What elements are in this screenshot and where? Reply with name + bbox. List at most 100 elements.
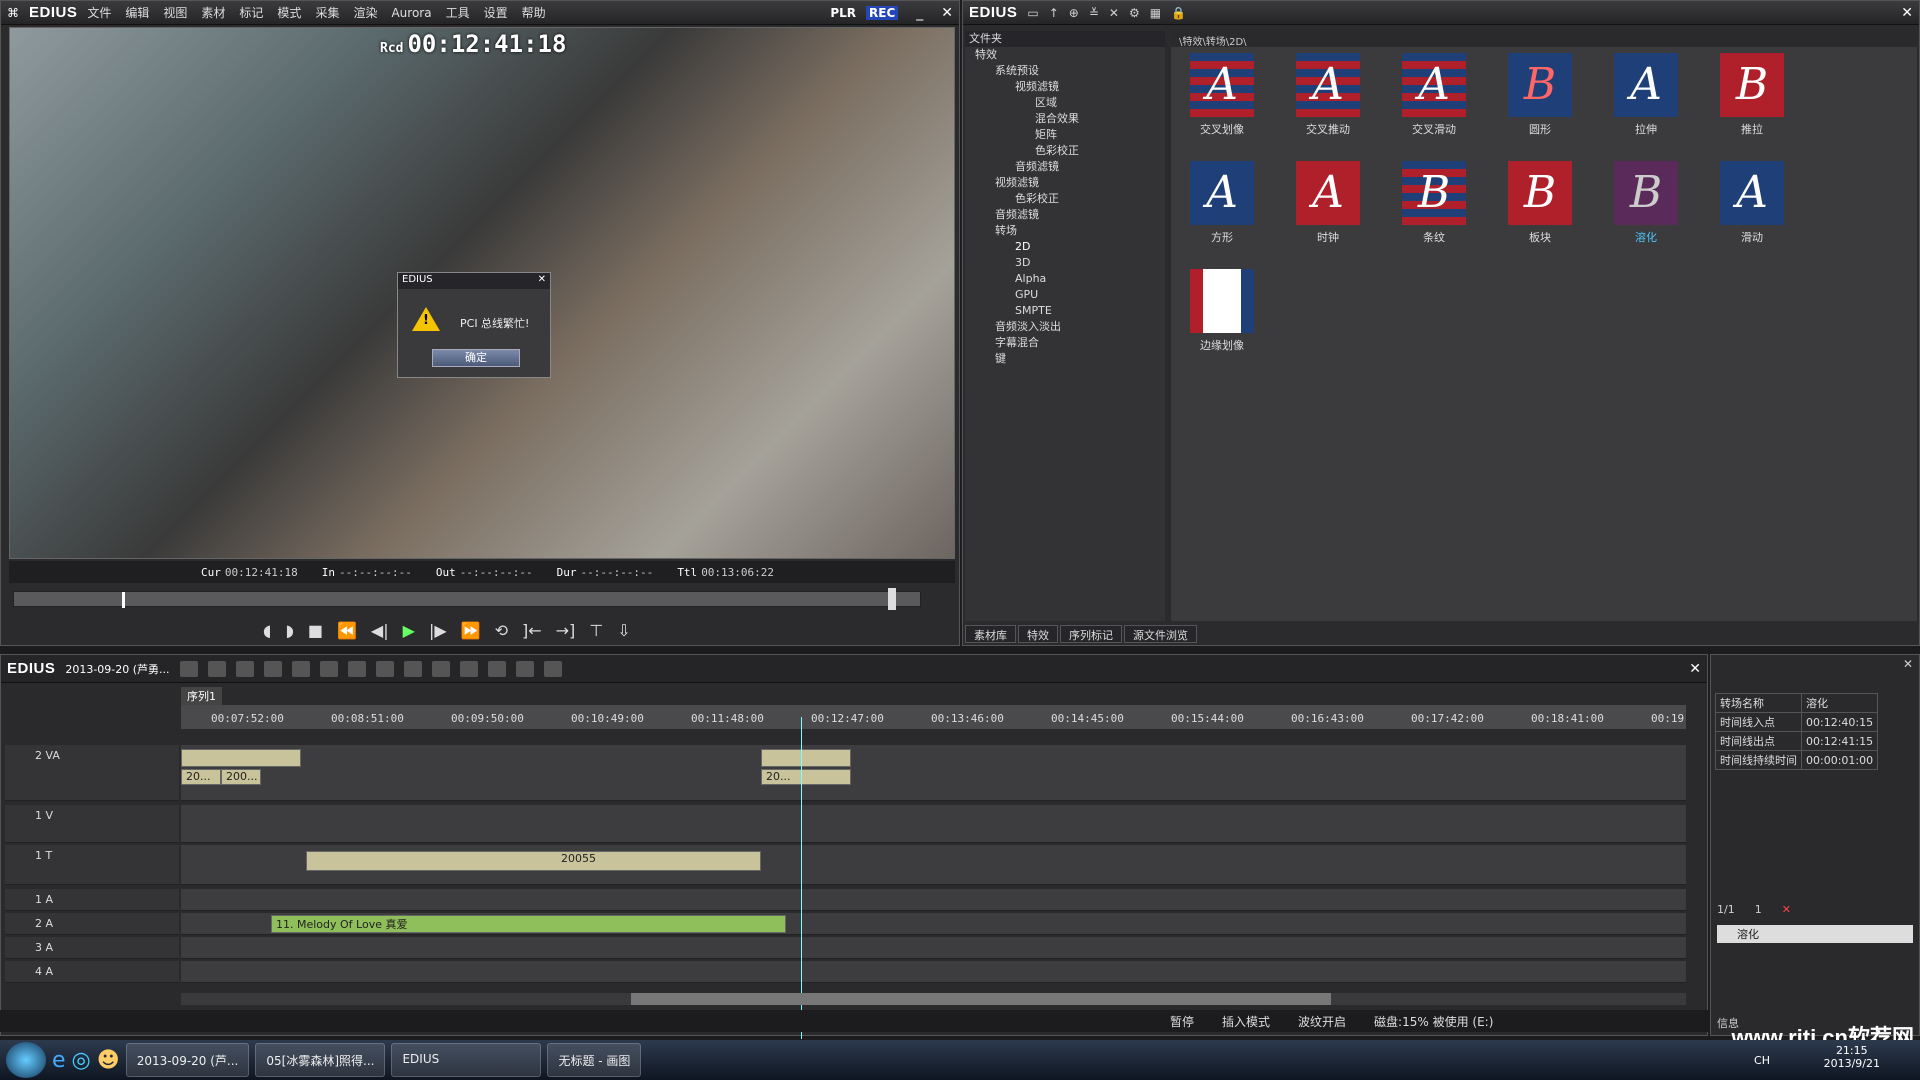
tree-item[interactable]: 键 <box>965 351 1165 367</box>
tree-item[interactable]: 色彩校正 <box>965 143 1165 159</box>
tree-item[interactable]: 视频滤镜 <box>965 175 1165 191</box>
tree-item[interactable]: 混合效果 <box>965 111 1165 127</box>
view-icon[interactable]: ▦ <box>1150 6 1161 20</box>
taskbar-item[interactable]: 无标题 - 画图 <box>547 1043 642 1077</box>
video-clip[interactable]: 200... <box>221 769 261 785</box>
add-icon[interactable]: ⊕ <box>1069 6 1079 20</box>
sequence-tab[interactable]: 序列1 <box>181 687 222 705</box>
tree-item[interactable]: 字幕混合 <box>965 335 1165 351</box>
info-item[interactable]: 溶化 <box>1717 925 1913 943</box>
step-back-icon[interactable]: ◀| <box>371 621 389 640</box>
sort-icon[interactable]: ≚ <box>1089 6 1099 20</box>
menu-clip[interactable]: 素材 <box>201 6 225 20</box>
tree-item[interactable]: GPU <box>965 287 1165 303</box>
seek-bar[interactable] <box>13 588 921 610</box>
info-delete-icon[interactable]: ✕ <box>1782 903 1791 916</box>
track-header-1t[interactable]: 1 T <box>5 845 179 885</box>
menu-mode[interactable]: 模式 <box>277 6 301 20</box>
tree-item[interactable]: 系统预设 <box>965 63 1165 79</box>
track-1a[interactable] <box>181 889 1686 911</box>
timeline-scrollbar[interactable] <box>181 993 1686 1005</box>
export-icon[interactable]: ⇩ <box>617 621 630 640</box>
tab-effects[interactable]: 特效 <box>1018 625 1058 643</box>
plr-toggle[interactable]: PLR <box>830 6 856 20</box>
redo-icon[interactable] <box>403 660 422 677</box>
cut-icon[interactable] <box>263 660 282 677</box>
lock-icon[interactable]: 🔒 <box>1171 6 1186 20</box>
close-icon[interactable]: ✕ <box>941 5 953 21</box>
play-icon[interactable]: ▶ <box>403 621 415 640</box>
rec-toggle[interactable]: REC <box>866 5 899 20</box>
tree-item[interactable]: 色彩校正 <box>965 191 1165 207</box>
open-icon[interactable] <box>207 660 226 677</box>
menu-render[interactable]: 渲染 <box>353 6 377 20</box>
tab-source-browser[interactable]: 源文件浏览 <box>1124 625 1197 643</box>
track-3a[interactable] <box>181 937 1686 959</box>
track-header-2a[interactable]: 2 A <box>5 913 179 935</box>
bin-close-icon[interactable]: ✕ <box>1901 5 1913 21</box>
info-close-icon[interactable]: ✕ <box>1711 655 1919 673</box>
transition-tile[interactable]: A 拉伸 <box>1609 53 1683 137</box>
loop-icon[interactable]: ⟲ <box>495 621 508 640</box>
transition-tile[interactable]: B 板块 <box>1503 161 1577 245</box>
minimize-icon[interactable]: _ <box>916 5 923 21</box>
transition-tile[interactable]: A 时钟 <box>1291 161 1365 245</box>
dialog-ok-button[interactable]: 确定 <box>432 349 520 367</box>
track-header-1v[interactable]: 1 V <box>5 805 179 843</box>
tree-item[interactable]: 音频滤镜 <box>965 207 1165 223</box>
up-icon[interactable]: ↑ <box>1049 6 1059 20</box>
dialog-close-icon[interactable]: ✕ <box>538 274 546 288</box>
menu-capture[interactable]: 采集 <box>315 6 339 20</box>
language-indicator[interactable]: CH <box>1754 1054 1770 1067</box>
audio-clip[interactable]: 11. Melody Of Love 真爱 <box>271 915 786 933</box>
step-forward-icon[interactable]: |▶ <box>429 621 447 640</box>
menu-settings[interactable]: 设置 <box>484 6 508 20</box>
status-ripple[interactable]: 波纹开启 <box>1298 1013 1346 1030</box>
video-clip[interactable] <box>761 749 851 767</box>
menu-aurora[interactable]: Aurora <box>391 6 431 20</box>
transition-tile[interactable]: B 条纹 <box>1397 161 1471 245</box>
media-icon[interactable]: ☻ <box>97 1048 120 1073</box>
tree-item[interactable]: 转场 <box>965 223 1165 239</box>
folder-icon[interactable]: ▭ <box>1027 6 1038 20</box>
track-4a[interactable] <box>181 961 1686 983</box>
menu-help[interactable]: 帮助 <box>522 6 546 20</box>
menu-marker[interactable]: 标记 <box>239 6 263 20</box>
start-icon[interactable] <box>6 1042 46 1078</box>
menu-file[interactable]: 文件 <box>87 6 111 20</box>
seek-position[interactable] <box>122 592 125 608</box>
mixer-icon[interactable] <box>515 660 534 677</box>
tree-item-selected[interactable]: 2D <box>965 239 1165 255</box>
paste-icon[interactable] <box>319 660 338 677</box>
transition-tile[interactable]: A 滑动 <box>1715 161 1789 245</box>
tree-item[interactable]: SMPTE <box>965 303 1165 319</box>
taskbar-item[interactable]: 05[冰雾森林]照得... <box>255 1043 386 1077</box>
network-icon[interactable]: ◎ <box>72 1048 91 1073</box>
transition-tile[interactable]: A 方形 <box>1185 161 1259 245</box>
voiceover-icon[interactable] <box>487 660 506 677</box>
track-header-1a[interactable]: 1 A <box>5 889 179 911</box>
tree-item[interactable]: 音频滤镜 <box>965 159 1165 175</box>
render-icon[interactable] <box>543 660 562 677</box>
tab-seq-markers[interactable]: 序列标记 <box>1060 625 1122 643</box>
track-header-3a[interactable]: 3 A <box>5 937 179 959</box>
tree-item[interactable]: 音频淡入淡出 <box>965 319 1165 335</box>
video-clip[interactable]: 20... <box>761 769 851 785</box>
stop-icon[interactable]: ■ <box>308 621 323 640</box>
track-2a[interactable]: 11. Melody Of Love 真爱 <box>181 913 1686 935</box>
taskbar-item[interactable]: 2013-09-20 (芦... <box>125 1043 250 1077</box>
video-clip[interactable] <box>181 749 301 767</box>
ie-icon[interactable]: e <box>52 1048 66 1073</box>
track-1v[interactable] <box>181 805 1686 843</box>
rewind-icon[interactable]: ⏪ <box>337 621 357 640</box>
timeline-close-icon[interactable]: ✕ <box>1689 661 1701 677</box>
save-icon[interactable] <box>235 660 254 677</box>
track-1t[interactable]: 20055 <box>181 845 1686 885</box>
undo-icon[interactable] <box>375 660 394 677</box>
system-clock[interactable]: 21:15 2013/9/21 <box>1824 1044 1880 1070</box>
new-sequence-icon[interactable] <box>179 660 198 677</box>
delete-icon[interactable]: ✕ <box>1109 6 1119 20</box>
mark-in-icon[interactable]: ◖ <box>263 621 271 640</box>
delete-clip-icon[interactable] <box>347 660 366 677</box>
add-transition-icon[interactable] <box>431 660 450 677</box>
